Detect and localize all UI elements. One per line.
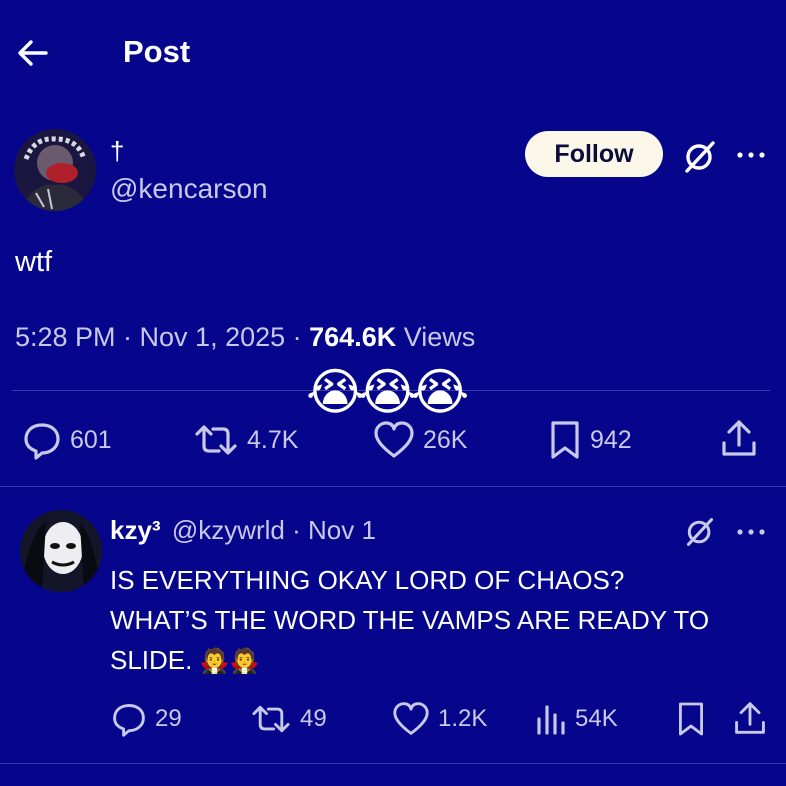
reply-bookmark-icon[interactable]	[676, 701, 706, 737]
reply-repost-count: 49	[300, 705, 327, 732]
reply-more-options-icon[interactable]	[736, 527, 766, 537]
repost-icon	[195, 425, 237, 455]
reply-header: kzy³ @kzywrld · Nov 1	[110, 515, 376, 546]
reply-views-count: 54K	[575, 705, 618, 732]
post-text: wtf	[15, 246, 53, 278]
reply-text: IS EVERYTHING OKAY LORD OF CHAOS? WHAT’S…	[110, 560, 709, 682]
reply-reply-button[interactable]: 29	[111, 701, 182, 737]
reply-grok-icon[interactable]	[684, 516, 716, 548]
bookmark-button[interactable]: 942	[548, 420, 632, 460]
repost-button[interactable]: 4.7K	[193, 420, 298, 460]
like-count: 26K	[423, 425, 468, 454]
follow-button[interactable]: Follow	[525, 131, 663, 177]
heart-icon	[374, 421, 414, 458]
bookmark-icon	[551, 421, 579, 459]
vampire-emoji: 🧛🧛	[199, 648, 260, 675]
repost-count: 4.7K	[247, 425, 299, 454]
reply-share-icon[interactable]	[733, 700, 767, 736]
bookmark-count: 942	[590, 425, 632, 454]
divider	[0, 486, 786, 487]
page-title: Post	[123, 34, 191, 69]
reply-display-name[interactable]: kzy³	[110, 515, 161, 545]
reply-reply-count: 29	[155, 705, 182, 732]
reply-views-button[interactable]: 54K	[535, 701, 618, 737]
back-arrow-icon[interactable]	[16, 38, 50, 68]
reply-icon	[113, 704, 145, 737]
reply-date[interactable]: · Nov 1	[292, 515, 376, 545]
reply-text-line: WHAT’S THE WORD THE VAMPS ARE READY TO	[110, 605, 710, 635]
reply-repost-button[interactable]: 49	[250, 701, 327, 737]
heart-icon	[393, 702, 429, 735]
grok-icon[interactable]	[682, 139, 718, 175]
display-name[interactable]: †	[110, 136, 124, 167]
post-timestamp: 5:28 PM · Nov 1, 2025 ·	[15, 322, 310, 352]
reply-button[interactable]: 601	[22, 420, 112, 460]
reply-text-line: IS EVERYTHING OKAY LORD OF CHAOS?	[110, 565, 625, 595]
views-count[interactable]: 764.6K	[309, 322, 396, 352]
post-meta: 5:28 PM · Nov 1, 2025 · 764.6K Views	[15, 322, 475, 353]
share-icon[interactable]	[720, 418, 758, 458]
reply-handle[interactable]: @kzywrld	[172, 515, 285, 545]
emoji-overlay: 😭😭😭	[306, 364, 469, 420]
reply-text-line: SLIDE. 🧛🧛	[110, 645, 260, 675]
repost-icon	[252, 705, 290, 733]
divider	[0, 763, 786, 764]
views-icon	[537, 705, 565, 735]
reply-icon	[24, 423, 60, 460]
views-label: Views	[396, 322, 476, 352]
user-handle[interactable]: @kencarson	[110, 173, 268, 205]
avatar[interactable]	[14, 129, 96, 211]
more-options-icon[interactable]	[736, 150, 766, 160]
reply-like-button[interactable]: 1.2K	[392, 701, 487, 737]
reply-avatar[interactable]	[20, 510, 102, 592]
reply-like-count: 1.2K	[438, 705, 488, 732]
reply-count: 601	[70, 425, 112, 454]
like-button[interactable]: 26K	[373, 420, 467, 460]
